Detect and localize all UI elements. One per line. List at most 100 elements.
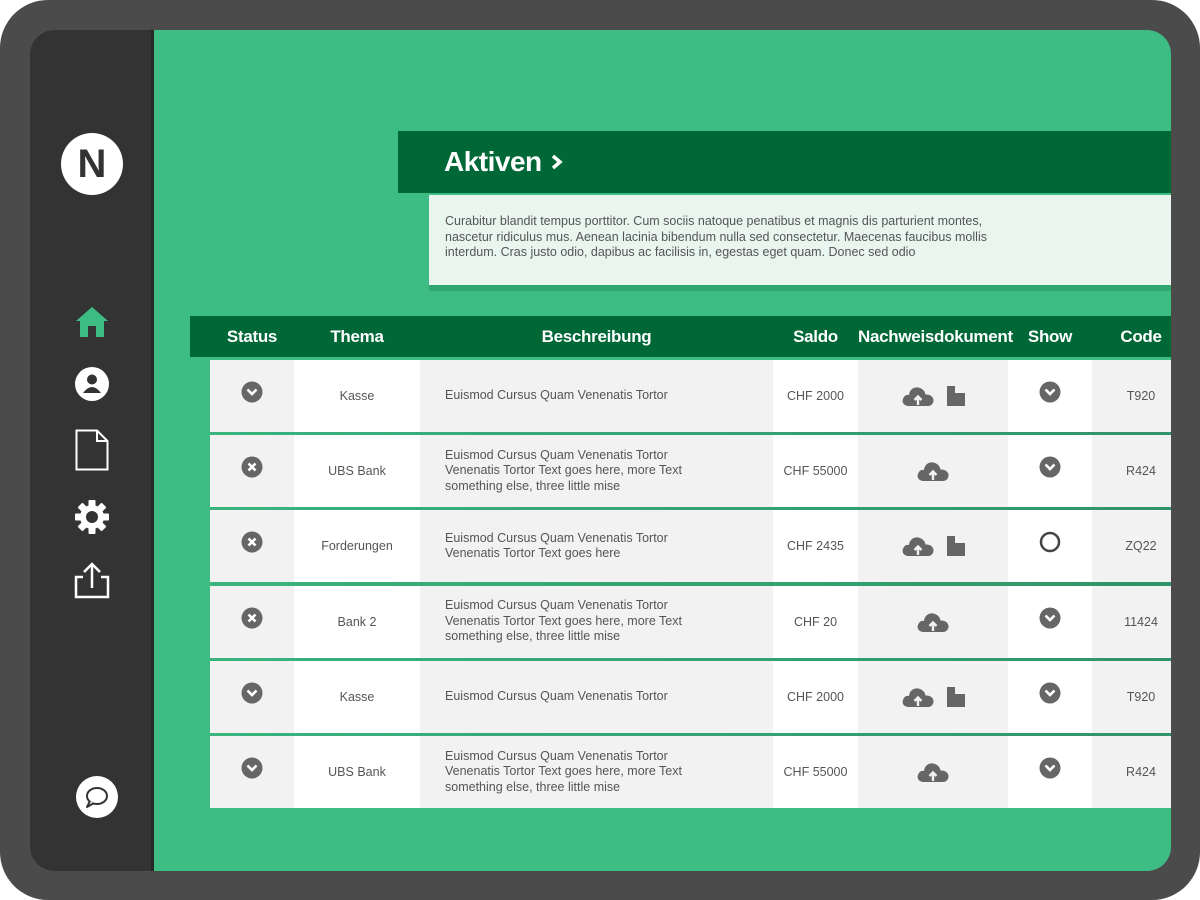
- saldo-cell: CHF 2435: [773, 510, 858, 583]
- code-cell: R424: [1092, 435, 1171, 508]
- close-icon: [241, 531, 263, 553]
- show-toggle-button[interactable]: [1039, 607, 1061, 629]
- home-icon: [76, 307, 108, 337]
- upload-document-button[interactable]: [916, 460, 950, 482]
- beschreibung-cell: Euismod Cursus Quam Venenatis Tortor Ven…: [420, 510, 773, 583]
- status-toggle-button[interactable]: [241, 682, 263, 704]
- beschreibung-text: Euismod Cursus Quam Venenatis Tortor: [445, 689, 668, 704]
- upload-document-button[interactable]: [916, 761, 950, 783]
- upload-document-button[interactable]: [901, 686, 935, 708]
- table-row: UBS Bank Euismod Cursus Quam Venenatis To…: [210, 435, 1171, 508]
- column-header-saldo: Saldo: [793, 327, 838, 346]
- status-toggle-button[interactable]: [241, 607, 263, 629]
- column-header-show: Show: [1027, 327, 1073, 346]
- chevron-down-icon: [241, 381, 263, 403]
- status-cell: [210, 736, 294, 808]
- data-table: Kasse Euismod Cursus Quam Venenatis Torto…: [210, 360, 1171, 808]
- column-header-status: Status: [226, 327, 278, 346]
- status-cell: [210, 435, 294, 508]
- file-icon: [947, 686, 965, 707]
- show-toggle-button[interactable]: [1039, 531, 1061, 553]
- thema-cell: Kasse: [294, 660, 420, 733]
- beschreibung-cell: Euismod Cursus Quam Venenatis Tortor Ven…: [420, 736, 773, 808]
- beschreibung-text: Euismod Cursus Quam Venenatis Tortor Ven…: [445, 598, 682, 644]
- beschreibung-cell: Euismod Cursus Quam Venenatis Tortor: [420, 360, 773, 432]
- view-document-button[interactable]: [947, 686, 965, 707]
- sidebar-item-share[interactable]: [72, 560, 112, 600]
- show-toggle-button[interactable]: [1039, 381, 1061, 403]
- cloud-upload-icon: [917, 462, 949, 482]
- column-header-beschreibung: Beschreibung: [541, 327, 652, 346]
- upload-document-button[interactable]: [901, 535, 935, 557]
- code-cell: ZQ22: [1092, 510, 1171, 583]
- chevron-down-icon: [1039, 607, 1061, 629]
- status-cell: [210, 360, 294, 432]
- status-cell: [210, 585, 294, 658]
- view-document-button[interactable]: [947, 536, 965, 557]
- sidebar: N: [30, 30, 154, 871]
- saldo-cell: CHF 2000: [773, 360, 858, 432]
- view-document-button[interactable]: [947, 386, 965, 406]
- thema-cell: UBS Bank: [294, 435, 420, 508]
- thema-cell: Bank 2: [294, 585, 420, 658]
- nachweisdokument-cell: [858, 736, 1008, 808]
- nachweisdokument-cell: [858, 360, 1008, 432]
- show-toggle-button[interactable]: [1039, 456, 1061, 478]
- gear-icon: [75, 500, 109, 534]
- beschreibung-text: Euismod Cursus Quam Venenatis Tortor Ven…: [445, 530, 668, 561]
- page-title: Aktiven: [444, 146, 542, 177]
- saldo-cell: CHF 55000: [773, 435, 858, 508]
- code-cell: T920: [1092, 360, 1171, 432]
- file-icon: [947, 386, 965, 406]
- beschreibung-cell: Euismod Cursus Quam Venenatis Tortor Ven…: [420, 435, 773, 508]
- chevron-right-icon: [551, 154, 563, 170]
- beschreibung-text: Euismod Cursus Quam Venenatis Tortor Ven…: [445, 748, 682, 794]
- sidebar-item-documents[interactable]: [72, 429, 112, 471]
- nachweisdokument-cell: [858, 585, 1008, 658]
- beschreibung-cell: Euismod Cursus Quam Venenatis Tortor Ven…: [420, 585, 773, 658]
- sidebar-item-home[interactable]: [72, 302, 112, 342]
- thema-cell: Forderungen: [294, 510, 420, 583]
- table-header: Status Thema Beschreibung Saldo Nachweis…: [190, 316, 1171, 357]
- show-cell: [1008, 585, 1092, 658]
- chevron-down-icon: [241, 757, 263, 779]
- circle-icon: [1039, 532, 1061, 553]
- show-toggle-button[interactable]: [1039, 757, 1061, 779]
- thema-cell: UBS Bank: [294, 736, 420, 808]
- chat-button[interactable]: [76, 776, 118, 818]
- column-header-nachweisdokument: Nachweisdokument: [858, 327, 1013, 346]
- nachweisdokument-cell: [858, 660, 1008, 733]
- code-cell: R424: [1092, 736, 1171, 808]
- show-cell: [1008, 736, 1092, 808]
- description-panel: Curabitur blandit tempus porttitor. Cum …: [429, 195, 1171, 285]
- show-cell: [1008, 435, 1092, 508]
- sidebar-item-profile[interactable]: [72, 364, 112, 404]
- status-toggle-button[interactable]: [241, 456, 263, 478]
- status-cell: [210, 660, 294, 733]
- sidebar-item-settings[interactable]: [72, 497, 112, 537]
- table-row: Bank 2 Euismod Cursus Quam Venenatis Tort…: [210, 585, 1171, 658]
- show-cell: [1008, 360, 1092, 432]
- logo-letter: N: [77, 141, 107, 186]
- tablet-frame: N Aktiven Curabitur blandit tempus portt…: [0, 0, 1200, 900]
- nachweisdokument-cell: [858, 435, 1008, 508]
- status-toggle-button[interactable]: [241, 381, 263, 403]
- upload-document-button[interactable]: [901, 385, 935, 407]
- table-row: Forderungen Euismod Cursus Quam Venenatis…: [210, 510, 1171, 583]
- status-toggle-button[interactable]: [241, 531, 263, 553]
- column-header-code: Code: [1120, 327, 1162, 346]
- status-toggle-button[interactable]: [241, 757, 263, 779]
- chevron-down-icon: [1039, 456, 1061, 478]
- table-row: Kasse Euismod Cursus Quam Venenatis Torto…: [210, 360, 1171, 432]
- header-expand-button[interactable]: [550, 153, 564, 176]
- chevron-down-icon: [1039, 757, 1061, 779]
- chat-icon: [86, 787, 108, 808]
- nachweisdokument-cell: [858, 510, 1008, 583]
- close-icon: [241, 607, 263, 629]
- user-icon: [75, 367, 109, 401]
- app-screen: N Aktiven Curabitur blandit tempus portt…: [30, 30, 1171, 871]
- show-toggle-button[interactable]: [1039, 682, 1061, 704]
- share-icon: [74, 562, 110, 599]
- cloud-upload-icon: [902, 688, 934, 707]
- upload-document-button[interactable]: [916, 611, 950, 633]
